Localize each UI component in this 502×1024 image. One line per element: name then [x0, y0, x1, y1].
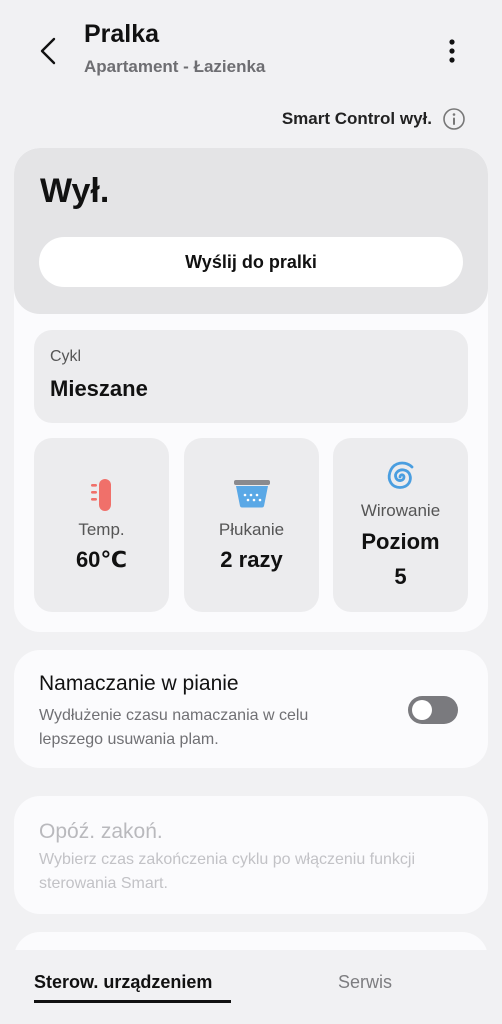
spin-value-line1: Poziom — [361, 529, 440, 554]
spin-option[interactable]: Wirowanie Poziom 5 — [333, 438, 468, 612]
temperature-label: Temp. — [78, 520, 125, 539]
send-to-washer-button[interactable]: Wyślij do pralki — [39, 237, 463, 287]
rinse-option[interactable]: Płukanie 2 razy — [184, 438, 319, 612]
temperature-value: 60℃ — [75, 547, 128, 572]
more-options-icon[interactable] — [440, 36, 464, 66]
foam-soak-title: Namaczanie w pianie — [39, 672, 239, 695]
temperature-option[interactable]: Temp. 60℃ — [34, 438, 169, 612]
active-tab-indicator — [34, 1000, 231, 1003]
smart-control-status: Smart Control wył. — [282, 107, 466, 131]
delay-end-setting[interactable]: Opóź. zakoń. Wybierz czas zakończenia cy… — [14, 796, 488, 914]
page-title: Pralka — [84, 20, 160, 48]
cycle-selector[interactable]: Cykl Mieszane — [34, 330, 468, 423]
back-arrow-icon[interactable] — [34, 34, 64, 68]
foam-soak-setting[interactable]: Namaczanie w pianie Wydłużenie czasu nam… — [14, 650, 488, 768]
smart-control-label: Smart Control wył. — [281, 109, 432, 128]
info-icon[interactable] — [442, 107, 466, 131]
foam-soak-description: Wydłużenie czasu namaczania w celu lepsz… — [39, 707, 309, 748]
tab-device-control[interactable]: Sterow. urządzeniem — [34, 972, 212, 993]
device-location: Apartament - Łazienka — [84, 57, 266, 76]
foam-soak-toggle[interactable] — [408, 696, 458, 724]
delay-end-title: Opóź. zakoń. — [39, 820, 163, 843]
thermometer-icon — [91, 479, 111, 511]
bottom-navigation: Sterow. urządzeniem Serwis — [0, 950, 502, 1024]
toggle-knob — [412, 700, 432, 720]
app-header: Pralka Apartament - Łazienka — [0, 0, 502, 100]
rinse-label: Płukanie — [218, 520, 285, 539]
spin-value-line2: 5 — [394, 564, 407, 589]
cycle-label: Cykl — [50, 348, 82, 365]
tab-service[interactable]: Serwis — [338, 972, 392, 993]
spin-spiral-icon — [387, 461, 414, 489]
power-status-area: Wył. Wyślij do pralki — [14, 148, 488, 314]
cycle-value: Mieszane — [50, 376, 148, 401]
spin-label: Wirowanie — [360, 501, 441, 520]
delay-end-description: Wybierz czas zakończenia cyklu po włącze… — [39, 851, 416, 892]
power-status: Wył. — [40, 172, 110, 210]
rinse-basin-icon — [234, 480, 270, 508]
control-card: Wył. Wyślij do pralki Cykl Mieszane Temp… — [14, 148, 488, 632]
rinse-value: 2 razy — [220, 547, 283, 572]
